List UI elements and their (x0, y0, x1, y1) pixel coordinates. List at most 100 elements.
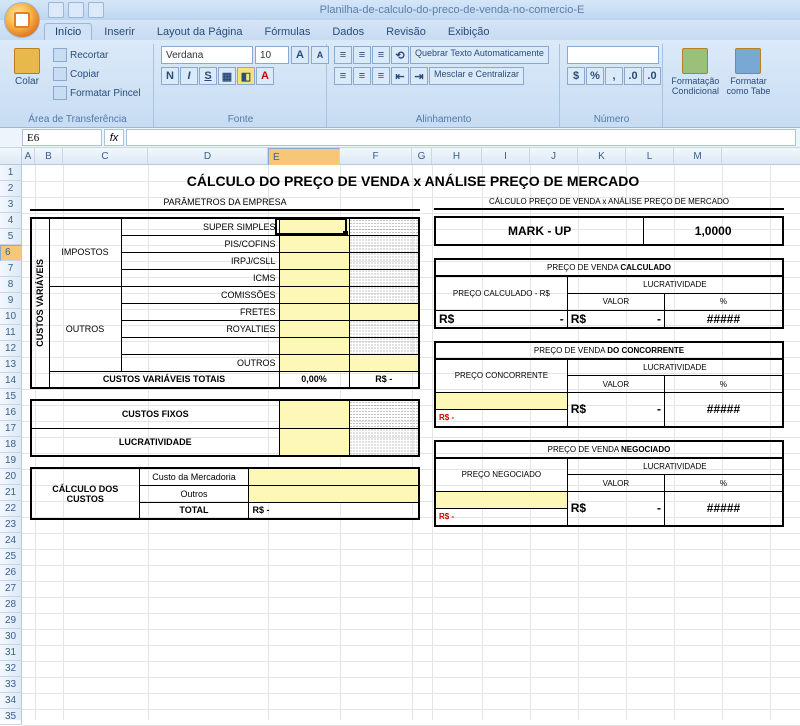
cell-mercadoria[interactable] (249, 468, 419, 485)
qat-save-icon[interactable] (48, 2, 64, 18)
row-header-14[interactable]: 14 (0, 373, 22, 389)
conditional-format-button[interactable]: Formatação Condicional (670, 46, 721, 96)
format-table-button[interactable]: Formatar como Tabe (725, 46, 772, 96)
col-header-K[interactable]: K (578, 148, 626, 164)
col-header-C[interactable]: C (63, 148, 148, 164)
office-button[interactable] (4, 2, 40, 38)
merge-button[interactable]: Mesclar e Centralizar (429, 67, 524, 85)
cell-outros-val[interactable] (349, 354, 419, 371)
row-header-24[interactable]: 24 (0, 533, 22, 549)
inc-decimal-button[interactable]: .0 (624, 67, 642, 85)
format-painter-button[interactable]: Formatar Pincel (50, 84, 144, 102)
cell-fretes-pct[interactable] (279, 303, 349, 320)
grow-font-button[interactable]: A (291, 46, 309, 64)
row-header-6[interactable]: 6 (0, 245, 22, 261)
cell-conc-preco[interactable] (435, 393, 567, 410)
row-header-11[interactable]: 11 (0, 325, 22, 341)
row-header-30[interactable]: 30 (0, 629, 22, 645)
row-header-16[interactable]: 16 (0, 405, 22, 421)
align-right-button[interactable]: ≡ (372, 67, 390, 85)
cell-irpj-pct[interactable] (279, 252, 349, 269)
row-header-25[interactable]: 25 (0, 549, 22, 565)
qat-undo-icon[interactable] (68, 2, 84, 18)
cell-comissoes-pct[interactable] (279, 286, 349, 303)
name-box[interactable]: E6 (22, 129, 102, 146)
row-header-34[interactable]: 34 (0, 693, 22, 709)
row-header-31[interactable]: 31 (0, 645, 22, 661)
font-name-select[interactable]: Verdana (161, 46, 253, 64)
row-header-22[interactable]: 22 (0, 501, 22, 517)
align-left-button[interactable]: ≡ (334, 67, 352, 85)
fx-button[interactable]: fx (104, 129, 124, 146)
orientation-button[interactable]: ⟲ (391, 46, 409, 64)
row-header-29[interactable]: 29 (0, 613, 22, 629)
fill-color-button[interactable]: ◧ (237, 67, 255, 85)
row-header-3[interactable]: 3 (0, 197, 22, 213)
row-header-20[interactable]: 20 (0, 469, 22, 485)
copy-button[interactable]: Copiar (50, 65, 144, 83)
row-header-1[interactable]: 1 (0, 165, 22, 181)
font-color-button[interactable]: A (256, 67, 274, 85)
col-header-D[interactable]: D (148, 148, 268, 164)
col-header-M[interactable]: M (674, 148, 722, 164)
row-header-7[interactable]: 7 (0, 261, 22, 277)
indent-inc-button[interactable]: ⇥ (410, 67, 428, 85)
row-header-13[interactable]: 13 (0, 357, 22, 373)
paste-button[interactable]: Colar (8, 46, 46, 87)
row-header-21[interactable]: 21 (0, 485, 22, 501)
tab-inserir[interactable]: Inserir (94, 24, 145, 40)
tab-layout[interactable]: Layout da Página (147, 24, 253, 40)
row-header-35[interactable]: 35 (0, 709, 22, 725)
cell-lucr-pct[interactable] (279, 428, 349, 456)
row-header-23[interactable]: 23 (0, 517, 22, 533)
col-header-J[interactable]: J (530, 148, 578, 164)
tab-inicio[interactable]: Início (44, 23, 92, 40)
row-header-8[interactable]: 8 (0, 277, 22, 293)
dec-decimal-button[interactable]: .0 (643, 67, 661, 85)
bold-button[interactable]: N (161, 67, 179, 85)
row-header-2[interactable]: 2 (0, 181, 22, 197)
row-header-26[interactable]: 26 (0, 565, 22, 581)
col-header-G[interactable]: G (412, 148, 432, 164)
cell-blank-pct[interactable] (279, 337, 349, 354)
cell-piscofins-pct[interactable] (279, 235, 349, 252)
percent-button[interactable]: % (586, 67, 604, 85)
row-header-17[interactable]: 17 (0, 421, 22, 437)
cell-icms-pct[interactable] (279, 269, 349, 286)
cell-cc-outros[interactable] (249, 485, 419, 502)
row-header-27[interactable]: 27 (0, 581, 22, 597)
shrink-font-button[interactable]: A (311, 46, 329, 64)
align-bot-button[interactable]: ≡ (372, 46, 390, 64)
col-header-E[interactable]: E (268, 148, 340, 166)
sheet-area[interactable]: CÁLCULO DO PREÇO DE VENDA x ANÁLISE PREÇ… (22, 165, 800, 720)
row-header-28[interactable]: 28 (0, 597, 22, 613)
select-all-button[interactable] (0, 148, 22, 164)
align-mid-button[interactable]: ≡ (353, 46, 371, 64)
border-button[interactable]: ▦ (218, 67, 236, 85)
italic-button[interactable]: I (180, 67, 198, 85)
row-header-4[interactable]: 4 (0, 213, 22, 229)
cell-royalties-pct[interactable] (279, 320, 349, 337)
col-header-B[interactable]: B (35, 148, 63, 164)
col-header-A[interactable]: A (22, 148, 35, 164)
cell-cf-pct[interactable] (279, 400, 349, 428)
tab-dados[interactable]: Dados (322, 24, 374, 40)
wrap-text-button[interactable]: Quebrar Texto Automaticamente (410, 46, 549, 64)
row-header-15[interactable]: 15 (0, 389, 22, 405)
number-format-select[interactable] (567, 46, 659, 64)
cut-button[interactable]: Recortar (50, 46, 144, 64)
row-header-5[interactable]: 5 (0, 229, 22, 245)
row-header-18[interactable]: 18 (0, 437, 22, 453)
col-header-L[interactable]: L (626, 148, 674, 164)
row-header-19[interactable]: 19 (0, 453, 22, 469)
font-size-select[interactable]: 10 (255, 46, 289, 64)
row-header-9[interactable]: 9 (0, 293, 22, 309)
align-center-button[interactable]: ≡ (353, 67, 371, 85)
col-header-I[interactable]: I (482, 148, 530, 164)
cell-neg-preco[interactable] (435, 492, 567, 509)
row-header-33[interactable]: 33 (0, 677, 22, 693)
currency-button[interactable]: $ (567, 67, 585, 85)
underline-button[interactable]: S (199, 67, 217, 85)
indent-dec-button[interactable]: ⇤ (391, 67, 409, 85)
cell-outros-pct[interactable] (279, 354, 349, 371)
